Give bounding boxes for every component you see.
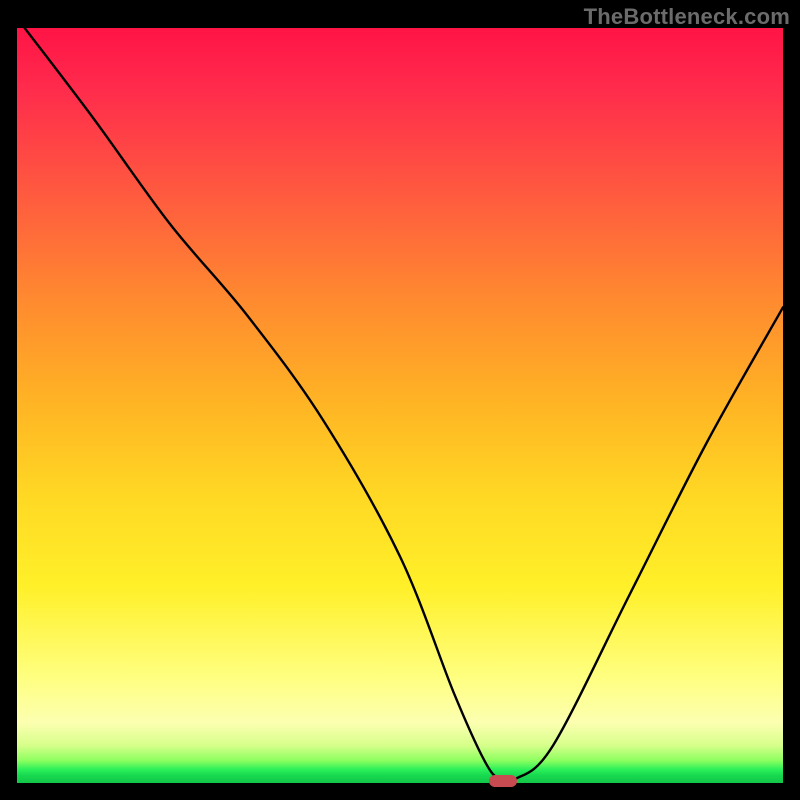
plot-gradient-background: [17, 28, 783, 783]
chart-frame: TheBottleneck.com: [0, 0, 800, 800]
watermark-text: TheBottleneck.com: [584, 4, 790, 30]
